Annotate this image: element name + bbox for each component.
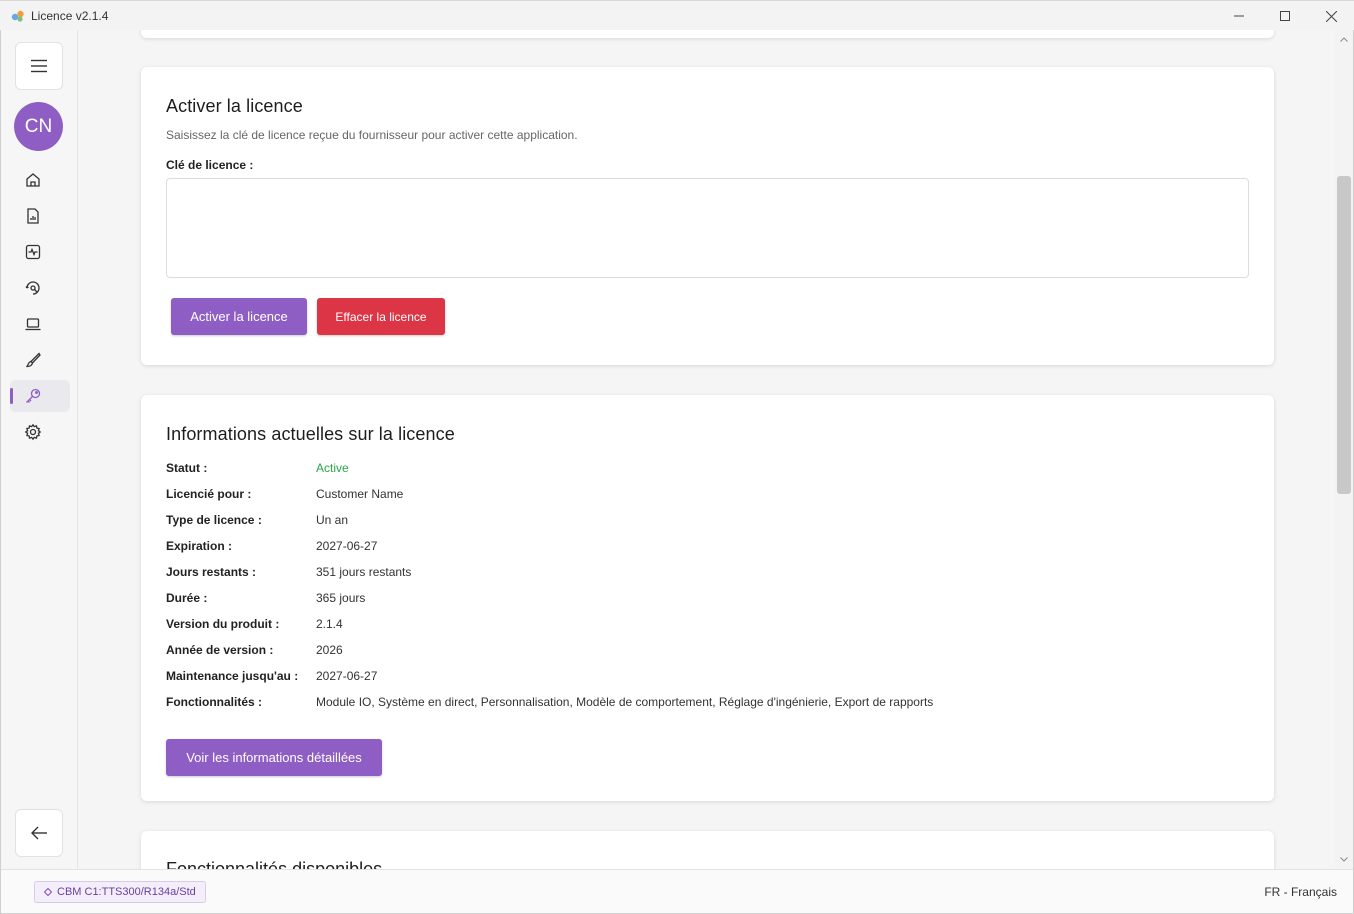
activity-icon bbox=[25, 244, 41, 260]
home-icon bbox=[26, 173, 40, 187]
status-badge: Active bbox=[316, 461, 349, 475]
info-value: 2.1.4 bbox=[316, 617, 343, 631]
hamburger-menu-button[interactable] bbox=[15, 42, 63, 90]
maximize-button[interactable] bbox=[1262, 1, 1308, 31]
back-button[interactable] bbox=[15, 809, 63, 857]
activate-license-subtitle: Saisissez la clé de licence reçue du fou… bbox=[166, 128, 578, 142]
info-value: Un an bbox=[316, 513, 349, 527]
features-title: Fonctionnalités disponibles bbox=[166, 859, 383, 869]
laptop-icon bbox=[25, 318, 41, 331]
license-info-card: Informations actuelles sur la licence St… bbox=[141, 395, 1274, 801]
sidebar-item-reports[interactable] bbox=[10, 200, 70, 232]
sidebar-item-search[interactable] bbox=[10, 272, 70, 304]
hamburger-icon bbox=[31, 59, 47, 73]
key-icon bbox=[26, 388, 41, 403]
info-value: 2027-06-27 bbox=[316, 669, 378, 683]
vertical-scrollbar[interactable] bbox=[1335, 30, 1353, 869]
info-value: 351 jours restants bbox=[316, 565, 412, 579]
info-label: Type de licence : bbox=[166, 513, 262, 527]
report-icon bbox=[27, 208, 39, 224]
activate-license-title: Activer la licence bbox=[166, 96, 303, 116]
sidebar-item-home[interactable] bbox=[10, 164, 70, 196]
info-label: Maintenance jusqu'au : bbox=[166, 669, 299, 683]
info-label: Licencié pour : bbox=[166, 487, 252, 501]
info-label: Statut : bbox=[166, 461, 208, 475]
sidebar-item-settings[interactable] bbox=[10, 416, 70, 448]
info-row-product-version: Version du produit : 2.1.4 bbox=[166, 614, 1246, 634]
info-label: Jours restants : bbox=[166, 565, 257, 579]
info-label: Expiration : bbox=[166, 539, 233, 553]
info-label: Fonctionnalités : bbox=[166, 695, 262, 709]
close-button[interactable] bbox=[1308, 1, 1354, 31]
minimize-button[interactable] bbox=[1216, 1, 1262, 31]
license-info-title: Informations actuelles sur la licence bbox=[166, 424, 455, 444]
scrollbar-thumb[interactable] bbox=[1337, 176, 1351, 494]
clear-license-button[interactable]: Effacer la licence bbox=[317, 298, 445, 335]
info-row-version-year: Année de version : 2026 bbox=[166, 640, 1246, 660]
info-row-days-remaining: Jours restants : 351 jours restants bbox=[166, 562, 1246, 582]
sidebar-item-license[interactable] bbox=[10, 380, 70, 412]
sidebar-item-activity[interactable] bbox=[10, 236, 70, 268]
minimize-icon bbox=[1234, 15, 1244, 17]
avatar[interactable]: CN bbox=[14, 102, 63, 151]
window-title: Licence v2.1.4 bbox=[31, 8, 109, 23]
model-label: CBM C1:TTS300/R134a/Std bbox=[57, 886, 196, 898]
scroll-down-icon[interactable] bbox=[1335, 852, 1353, 866]
info-row-status: Statut : Active bbox=[166, 458, 1246, 478]
info-row-maintenance: Maintenance jusqu'au : 2027-06-27 bbox=[166, 666, 1246, 686]
info-row-duration: Durée : 365 jours bbox=[166, 588, 1246, 608]
sidebar-item-customize[interactable] bbox=[10, 344, 70, 376]
sidebar-item-devices[interactable] bbox=[10, 308, 70, 340]
info-value: Customer Name bbox=[316, 487, 404, 501]
main-content: Activer la licence Saisissez la clé de l… bbox=[78, 30, 1335, 869]
scroll-up-icon[interactable] bbox=[1335, 32, 1353, 46]
diamond-icon bbox=[44, 888, 52, 896]
license-key-input[interactable] bbox=[166, 178, 1249, 278]
app-logo-icon bbox=[10, 8, 26, 24]
gear-icon bbox=[24, 423, 42, 441]
info-row-features: Fonctionnalités : Module IO, Système en … bbox=[166, 692, 1246, 712]
features-card: Fonctionnalités disponibles bbox=[141, 831, 1274, 869]
arrow-left-icon bbox=[31, 826, 47, 840]
info-row-expiration: Expiration : 2027-06-27 bbox=[166, 536, 1246, 556]
brush-icon bbox=[25, 352, 41, 368]
language-selector[interactable]: FR - Français bbox=[1264, 885, 1337, 899]
activate-license-card: Activer la licence Saisissez la clé de l… bbox=[141, 67, 1274, 365]
info-value: Module IO, Système en direct, Personnali… bbox=[316, 695, 934, 709]
title-bar: Licence v2.1.4 bbox=[0, 0, 1354, 30]
previous-card bbox=[141, 30, 1274, 38]
info-value: 2026 bbox=[316, 643, 343, 657]
maximize-icon bbox=[1280, 11, 1290, 21]
info-row-license-type: Type de licence : Un an bbox=[166, 510, 1246, 530]
info-value: 365 jours bbox=[316, 591, 366, 605]
close-icon bbox=[1325, 10, 1337, 22]
search-icon bbox=[25, 281, 40, 295]
view-details-button[interactable]: Voir les informations détaillées bbox=[166, 739, 382, 776]
status-bar: CBM C1:TTS300/R134a/Std FR - Français bbox=[1, 869, 1353, 913]
activate-license-button[interactable]: Activer la licence bbox=[171, 298, 307, 335]
sidebar: CN bbox=[1, 30, 78, 869]
info-row-licensee: Licencié pour : Customer Name bbox=[166, 484, 1246, 504]
info-label: Année de version : bbox=[166, 643, 274, 657]
info-label: Durée : bbox=[166, 591, 208, 605]
license-key-label: Clé de licence : bbox=[166, 158, 254, 172]
info-label: Version du produit : bbox=[166, 617, 280, 631]
info-value: 2027-06-27 bbox=[316, 539, 378, 553]
model-chip[interactable]: CBM C1:TTS300/R134a/Std bbox=[34, 881, 206, 903]
